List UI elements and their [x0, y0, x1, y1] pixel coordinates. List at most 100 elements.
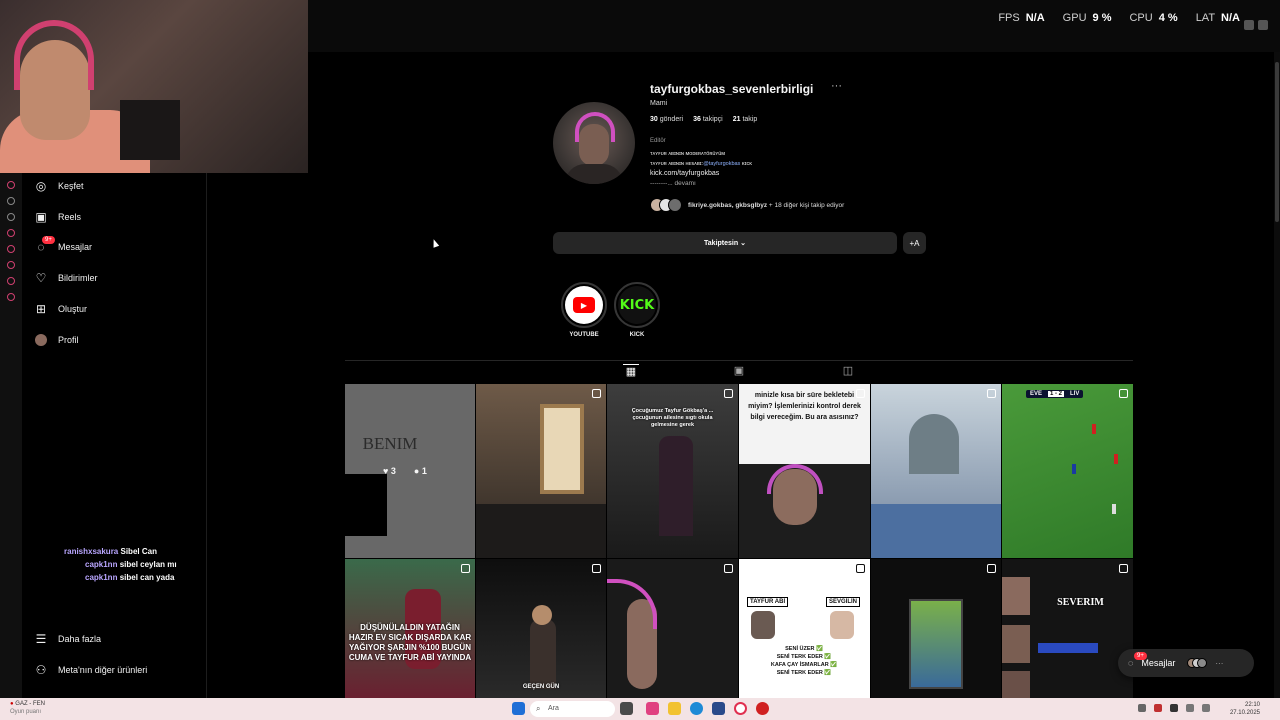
- volume-icon[interactable]: [1202, 704, 1210, 712]
- fps-label: FPS: [998, 12, 1020, 24]
- post-tile[interactable]: SEVERIM: [1002, 559, 1133, 698]
- opera-icon[interactable]: [734, 702, 747, 715]
- comparison-line: KAFA ÇAY İSMARLAR ✅: [770, 662, 838, 668]
- wifi-icon[interactable]: [1186, 704, 1194, 712]
- post-tile[interactable]: DÜŞÜNÜLALDIN YATAĞIN HAZIR EV SICAK DIŞA…: [345, 559, 475, 698]
- profile-avatar[interactable]: [553, 102, 635, 184]
- discord-icon[interactable]: [7, 213, 15, 221]
- followers-stat[interactable]: 36 takipçi: [693, 116, 723, 123]
- profile-full-name: Mami: [650, 100, 668, 107]
- more-options-button[interactable]: ···: [831, 80, 842, 92]
- lat-stat: LAT N/A: [1196, 12, 1240, 24]
- headphones-shape: [607, 579, 657, 629]
- headphones-shape: [575, 112, 615, 142]
- post-tile[interactable]: [607, 559, 738, 698]
- following-button[interactable]: Takiptesin ⌄: [553, 232, 897, 254]
- sidebar-item-label: Profil: [58, 335, 79, 345]
- app-icon[interactable]: [646, 702, 659, 715]
- lat-label: LAT: [1195, 12, 1216, 24]
- messenger-icon: ◌ 9+: [1128, 652, 1147, 668]
- comments-stat: ● 1: [413, 466, 427, 476]
- menu-icon[interactable]: [1258, 20, 1268, 30]
- post-caption: Çocuğumuz Tayfur Gökbaş'a ... çocuğunun …: [631, 408, 714, 428]
- followed-by[interactable]: fikriye.gokbas, gkbsglbyz + 18 diğer kiş…: [650, 198, 844, 212]
- post-tile[interactable]: Çocuğumuz Tayfur Gökbaş'a ... çocuğunun …: [607, 384, 738, 558]
- sidebar-item-reels[interactable]: ▣ Reels: [34, 207, 81, 227]
- comparison-line: SENİ ÜZER ✅: [785, 646, 823, 652]
- post-tile[interactable]: TAYFUR ABİ SEVGİLİN SENİ ÜZER ✅ SENİ TER…: [739, 559, 870, 698]
- tray-icon[interactable]: [1170, 704, 1178, 712]
- person: [530, 619, 556, 689]
- sidebar-item-profil[interactable]: Profil: [34, 330, 79, 350]
- settings-icon[interactable]: [7, 293, 15, 301]
- posts-stat: 30 gönderi: [650, 116, 683, 123]
- minimize-icon[interactable]: [1244, 20, 1254, 30]
- taskbar-search[interactable]: ⌕ Ara: [530, 701, 615, 717]
- bio-mention-link[interactable]: @tayfurgokbas: [703, 161, 740, 167]
- post-caption: GEÇEN GÜN: [522, 684, 560, 690]
- add-user-button[interactable]: +A: [903, 232, 926, 254]
- player: [1114, 454, 1118, 464]
- sidebar-item-mesajlar[interactable]: ◌ 9+ Mesajlar: [34, 236, 92, 257]
- post-tile[interactable]: EVE 1 - 2 LIV: [1002, 384, 1133, 558]
- sidebar-item-kesfet[interactable]: ◎ Keşfet: [34, 176, 84, 196]
- reel-icon: [987, 564, 996, 573]
- bio-more-link[interactable]: --------... devamı: [650, 179, 752, 189]
- person-photo: [1002, 671, 1030, 698]
- scrollbar-thumb[interactable]: [1275, 62, 1279, 222]
- app-icon[interactable]: [620, 702, 633, 715]
- mihrab: [909, 414, 959, 474]
- edge-icon[interactable]: [690, 702, 703, 715]
- post-tile[interactable]: [871, 384, 1001, 558]
- chat-icon[interactable]: [7, 277, 15, 285]
- taskbar-clock[interactable]: 22:10 27.10.2025: [1230, 701, 1260, 717]
- bio-text: ᴋɪᴄᴋ: [740, 160, 753, 167]
- windows-start-icon[interactable]: [512, 702, 525, 715]
- post-tile[interactable]: [476, 384, 606, 558]
- x-icon[interactable]: [7, 197, 15, 205]
- tab-reels-icon[interactable]: ▣: [731, 364, 747, 380]
- store-icon[interactable]: [712, 702, 725, 715]
- posts-label: gönderi: [659, 116, 684, 123]
- webcam-background-monitor: [120, 100, 180, 160]
- tab-posts-grid-icon[interactable]: ▦: [623, 364, 639, 380]
- following-stat[interactable]: 21 takip: [733, 116, 758, 123]
- window-controls[interactable]: [1242, 6, 1272, 36]
- post-tile[interactable]: GEÇEN GÜN: [476, 559, 606, 698]
- record-icon[interactable]: [7, 229, 15, 237]
- page-scrollbar[interactable]: [1274, 52, 1280, 698]
- post-stats: ♥ 3 ● 1: [383, 466, 427, 476]
- system-tray: [1138, 704, 1210, 712]
- sidebar-item-olustur[interactable]: ⊞ Oluştur: [34, 299, 87, 319]
- post-tile[interactable]: minizle kısa bir süre bekletebi miyim? İ…: [739, 384, 870, 558]
- more-button[interactable]: ☰ Daha fazla: [34, 629, 101, 649]
- followers-count: 36: [693, 116, 701, 123]
- post-tile[interactable]: [871, 559, 1001, 698]
- messages-floating-button[interactable]: ◌ 9+ Mesajlar ···: [1118, 649, 1254, 677]
- more-label: Daha fazla: [58, 634, 102, 644]
- tray-icon[interactable]: [1154, 704, 1162, 712]
- post-caption: DÜŞÜNÜLALDIN YATAĞIN HAZIR EV SICAK DIŞA…: [348, 623, 472, 662]
- instagram-icon[interactable]: [7, 181, 15, 189]
- bio-website-link[interactable]: kick.com/tayfurgokbas: [650, 169, 752, 179]
- lat-value: N/A: [1221, 12, 1240, 24]
- highlight-kick[interactable]: KICK KICK: [614, 282, 660, 338]
- headphones-shape: [767, 464, 823, 494]
- person-suit: [659, 436, 693, 536]
- sidebar-item-bildirimler[interactable]: ♡ Bildirimler: [34, 268, 98, 288]
- tab-tagged-icon[interactable]: ◫: [840, 364, 856, 380]
- taskbar-widget[interactable]: ● GAZ - FEN Oyun puanı: [10, 700, 45, 716]
- highlight-youtube[interactable]: ▶ YOUTUBE: [561, 282, 607, 338]
- clock-icon[interactable]: [7, 261, 15, 269]
- reel-icon: [461, 564, 470, 573]
- search-icon: ⌕: [536, 704, 541, 713]
- chrome-icon[interactable]: [756, 702, 769, 715]
- avatar-shirt: [565, 164, 623, 184]
- file-explorer-icon[interactable]: [668, 702, 681, 715]
- meta-products-button[interactable]: ⚇ Meta'nın diğer ürünleri: [34, 660, 148, 680]
- post-tile[interactable]: BENIM ♥ 3 ● 1: [345, 384, 475, 558]
- performance-overlay: FPS N/A GPU 9 % CPU 4 % LAT N/A: [998, 12, 1240, 24]
- kick-logo-icon: KICK: [618, 286, 656, 324]
- play-icon[interactable]: [7, 245, 15, 253]
- tray-icon[interactable]: [1138, 704, 1146, 712]
